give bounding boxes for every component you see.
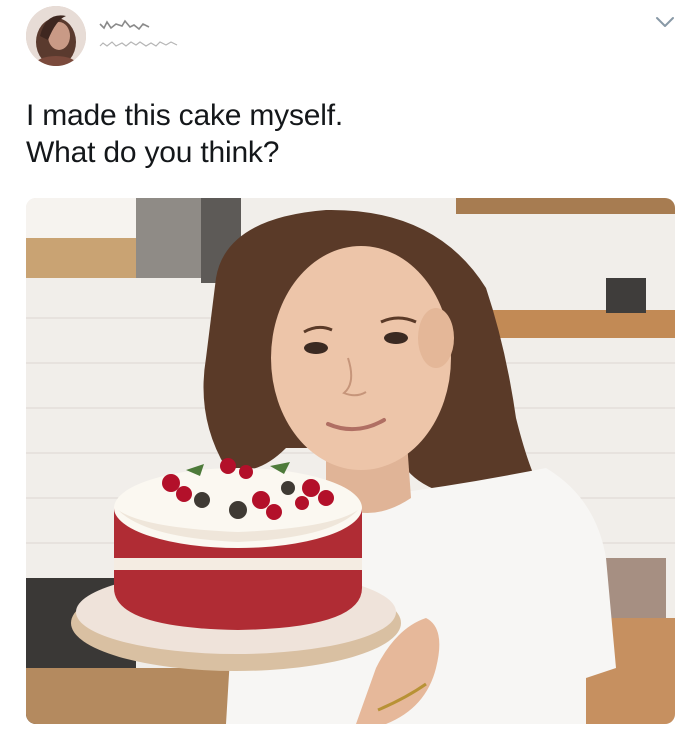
chevron-down-icon[interactable] [654,14,676,30]
tweet-text: I made this cake myself. What do you thi… [26,97,666,171]
avatar[interactable] [26,6,86,66]
tweet-card: I made this cake myself. What do you thi… [0,0,700,753]
tweet-text-line: I made this cake myself. [26,99,343,132]
tweet-text-line: What do you think? [26,136,280,169]
tweet-photo[interactable] [26,198,675,724]
redacted-username [99,19,178,47]
